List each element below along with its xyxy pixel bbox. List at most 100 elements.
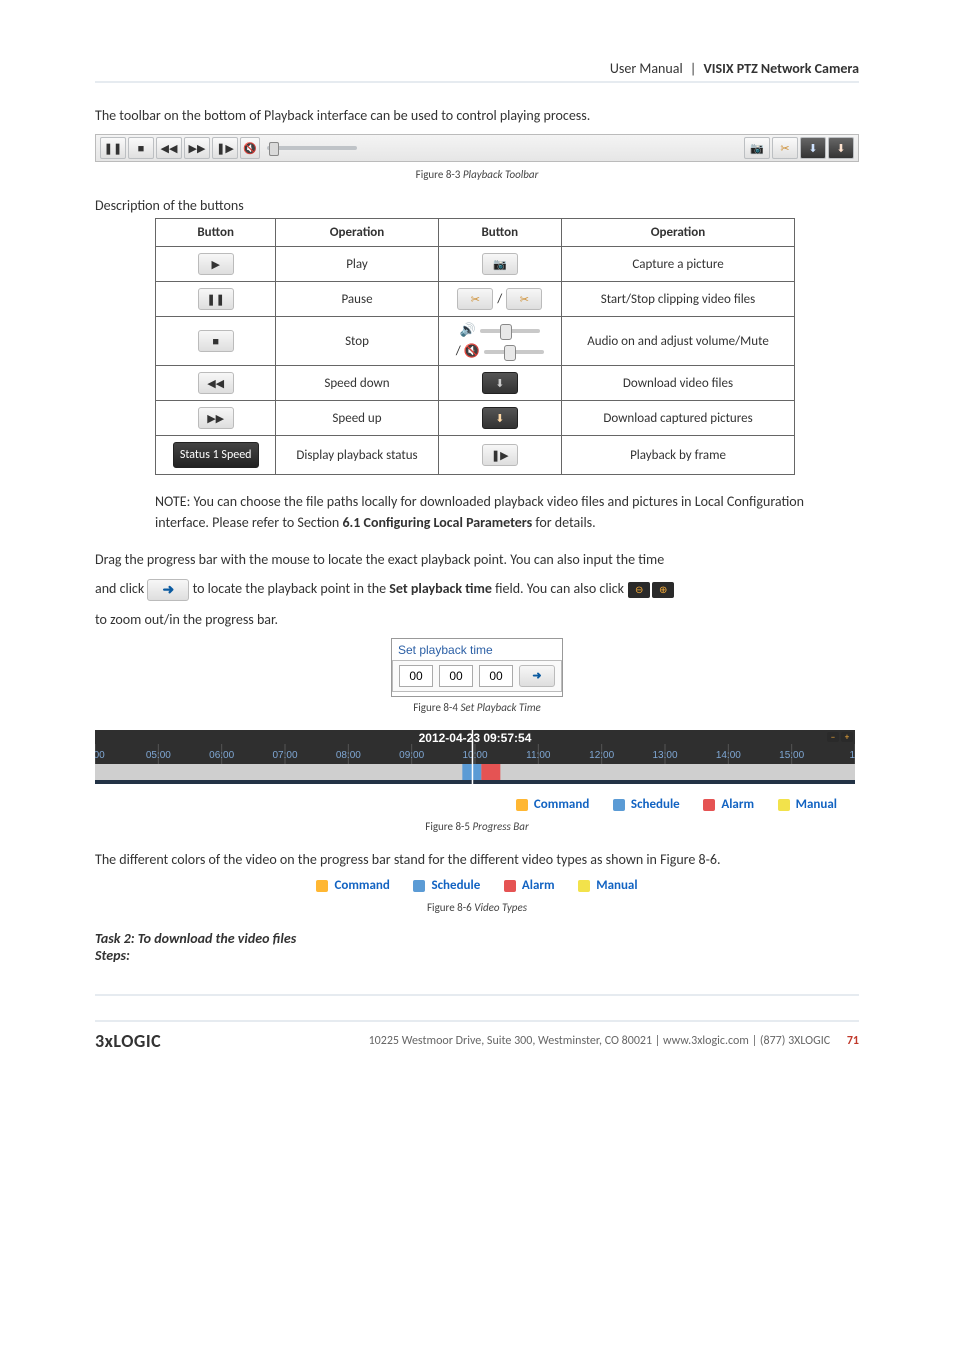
op-audio: Audio on and adjust volume/Mute bbox=[562, 317, 795, 366]
set-playback-figure: Set playback time ➜ bbox=[95, 638, 859, 697]
op-play: Play bbox=[276, 247, 438, 282]
colors-paragraph: The different colors of the video on the… bbox=[95, 849, 859, 870]
frame-step-icon: ❚▶ bbox=[212, 137, 238, 159]
op-downloadvideo: Download video files bbox=[562, 366, 795, 401]
legend-command-swatch bbox=[516, 799, 528, 811]
legend-schedule: Schedule bbox=[631, 797, 680, 812]
playback-toolbar-figure: ❚❚ ■ ◀◀ ▶▶ ❚▶ 🔇 bbox=[95, 134, 859, 162]
rewind-icon: ◀◀ bbox=[156, 137, 182, 159]
speaker-mute-icon: 🔇 bbox=[464, 344, 480, 359]
svg-text:08:00: 08:00 bbox=[336, 750, 361, 761]
task-2-heading: Task 2: To download the video files bbox=[95, 930, 859, 947]
footer-address: 10225 Westmoor Drive, Suite 300, Westmin… bbox=[369, 1034, 831, 1048]
op-capture: Capture a picture bbox=[562, 247, 795, 282]
capture-icon bbox=[482, 253, 518, 275]
svg-text:12:00: 12:00 bbox=[589, 750, 614, 761]
table-row: Status 1 Speed Display playback status ❚… bbox=[156, 436, 795, 475]
legend-alarm-swatch bbox=[703, 799, 715, 811]
operations-table: Button Operation Button Operation ▶ Play… bbox=[155, 218, 795, 475]
brand-logo: 3xLOGIC bbox=[95, 1030, 161, 1052]
type-command: Command bbox=[334, 878, 389, 893]
svg-text:07:00: 07:00 bbox=[272, 750, 297, 761]
type-alarm: Alarm bbox=[522, 878, 555, 893]
svg-text:11:00: 11:00 bbox=[526, 750, 551, 761]
table-title: Description of the buttons bbox=[95, 197, 859, 214]
op-stop: Stop bbox=[276, 317, 438, 366]
status-chip: Status 1 Speed bbox=[173, 442, 259, 468]
clip-stop-icon bbox=[506, 288, 542, 310]
page-number: 71 bbox=[847, 1034, 859, 1048]
svg-text:+: + bbox=[845, 732, 850, 743]
th-operation-2: Operation bbox=[562, 219, 795, 247]
drag-paragraph-2: and click ➜ to locate the playback point… bbox=[95, 578, 859, 601]
svg-text:15:00: 15:00 bbox=[779, 750, 804, 761]
op-speedup: Speed up bbox=[276, 401, 438, 436]
pause-icon: ❚❚ bbox=[100, 137, 126, 159]
hour-input bbox=[399, 665, 433, 687]
stop-icon: ■ bbox=[198, 330, 234, 352]
rewind-icon: ◀◀ bbox=[198, 372, 234, 394]
zoom-out-icon: ⊖ bbox=[628, 582, 650, 598]
timeline-legend: Command Schedule Alarm Manual bbox=[95, 797, 859, 816]
header-rule bbox=[95, 81, 859, 83]
type-command-swatch bbox=[316, 880, 328, 892]
ffwd-icon: ▶▶ bbox=[184, 137, 210, 159]
svg-text:16: 16 bbox=[849, 750, 855, 761]
header: User Manual | VISIX PTZ Network Camera bbox=[95, 60, 859, 77]
svg-text:13:00: 13:00 bbox=[652, 750, 677, 761]
svg-text:09:00: 09:00 bbox=[399, 750, 424, 761]
op-clip: Start/Stop clipping video files bbox=[562, 282, 795, 317]
zoom-in-icon: ⊕ bbox=[652, 582, 674, 598]
speaker-on-icon: 🔊 bbox=[460, 323, 476, 338]
product-name: VISIX PTZ Network Camera bbox=[703, 60, 859, 77]
legend-manual-swatch bbox=[778, 799, 790, 811]
header-sep: | bbox=[690, 60, 696, 77]
op-frame: Playback by frame bbox=[562, 436, 795, 475]
table-row: ■ Stop 🔊 / 🔇 Audio on and adjust volume/… bbox=[156, 317, 795, 366]
mute-icon: 🔇 bbox=[240, 137, 260, 159]
type-schedule-swatch bbox=[413, 880, 425, 892]
svg-text:10:00: 10:00 bbox=[462, 750, 487, 761]
section-ref: 6.1 Configuring Local Parameters bbox=[342, 514, 532, 531]
figure-8-4-caption: Figure 8-4 Set Playback Time bbox=[95, 701, 859, 714]
play-icon: ▶ bbox=[198, 253, 234, 275]
minute-input bbox=[439, 665, 473, 687]
svg-text:−: − bbox=[831, 732, 835, 743]
volume-slider bbox=[267, 146, 357, 150]
svg-text:2012-04-23 09:57:54: 2012-04-23 09:57:54 bbox=[419, 731, 532, 745]
volume-slider bbox=[480, 329, 540, 333]
ffwd-icon: ▶▶ bbox=[198, 407, 234, 429]
note-block: NOTE: You can choose the file paths loca… bbox=[155, 491, 859, 533]
th-operation-1: Operation bbox=[276, 219, 438, 247]
volume-slider-muted bbox=[484, 350, 544, 354]
op-status: Display playback status bbox=[276, 436, 438, 475]
type-manual: Manual bbox=[596, 878, 637, 893]
type-alarm-swatch bbox=[504, 880, 516, 892]
pause-icon: ❚❚ bbox=[198, 288, 234, 310]
svg-text:06:00: 06:00 bbox=[209, 750, 234, 761]
legend-command: Command bbox=[534, 797, 589, 812]
figure-8-6-caption: Figure 8-6 Video Types bbox=[95, 901, 859, 914]
note-label: NOTE: bbox=[155, 493, 190, 510]
clip-start-icon bbox=[457, 288, 493, 310]
set-playback-time-label: Set playback time bbox=[389, 580, 492, 597]
download-picture-icon bbox=[482, 407, 518, 429]
legend-alarm: Alarm bbox=[721, 797, 754, 812]
table-row: ◀◀ Speed down Download video files bbox=[156, 366, 795, 401]
op-speeddown: Speed down bbox=[276, 366, 438, 401]
stop-icon: ■ bbox=[128, 137, 154, 159]
figure-8-3-caption: Figure 8-3 Playback Toolbar bbox=[95, 168, 859, 181]
legend-manual: Manual bbox=[796, 797, 837, 812]
go-arrow-icon: ➜ bbox=[147, 579, 189, 601]
th-button-2: Button bbox=[438, 219, 561, 247]
figure-8-5-caption: Figure 8-5 Progress Bar bbox=[95, 820, 859, 833]
th-button-1: Button bbox=[156, 219, 276, 247]
video-types-figure: Command Schedule Alarm Manual bbox=[95, 878, 859, 897]
manual-label: User Manual bbox=[610, 60, 683, 77]
op-downloadpic: Download captured pictures bbox=[562, 401, 795, 436]
steps-heading: Steps: bbox=[95, 947, 859, 964]
progress-bar-figure: 2012-04-23 09:57:544:0005:0006:0007:0008… bbox=[95, 730, 855, 793]
set-playback-title: Set playback time bbox=[392, 639, 562, 657]
table-row: ▶ Play Capture a picture bbox=[156, 247, 795, 282]
table-row: ▶▶ Speed up Download captured pictures bbox=[156, 401, 795, 436]
